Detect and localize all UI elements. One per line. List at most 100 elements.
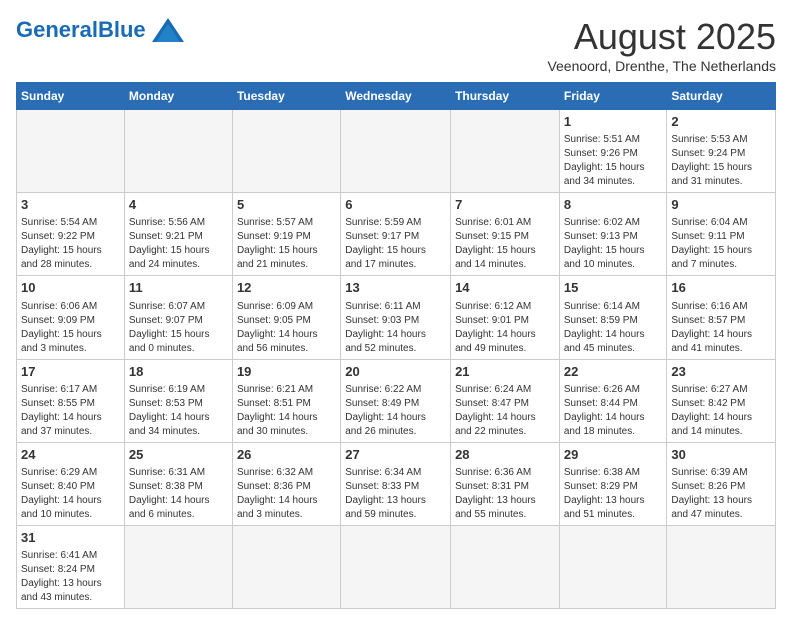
day-info: Sunrise: 5:53 AM Sunset: 9:24 PM Dayligh… bbox=[671, 133, 771, 189]
day-info: Sunrise: 6:22 AM Sunset: 8:49 PM Dayligh… bbox=[345, 383, 446, 439]
calendar-cell: 18 Sunrise: 6:19 AM Sunset: 8:53 PM Dayli… bbox=[124, 359, 232, 442]
calendar-cell: 25Sunrise: 6:31 AM Sunset: 8:38 PM Dayli… bbox=[124, 442, 232, 525]
calendar-header: GeneralBlue August 2025 Veenoord, Drenth… bbox=[16, 16, 776, 74]
day-info: Sunrise: 6:07 AM Sunset: 9:07 PM Dayligh… bbox=[129, 300, 228, 356]
day-info: Sunrise: 6:36 AM Sunset: 8:31 PM Dayligh… bbox=[455, 466, 555, 522]
day-number: 24 bbox=[21, 446, 120, 464]
day-info: Sunrise: 6:24 AM Sunset: 8:47 PM Dayligh… bbox=[455, 383, 555, 439]
day-number: 10 bbox=[21, 279, 120, 297]
calendar-cell: 12 Sunrise: 6:09 AM Sunset: 9:05 PM Dayli… bbox=[232, 276, 340, 359]
day-info: Sunrise: 6:06 AM Sunset: 9:09 PM Dayligh… bbox=[21, 300, 120, 356]
calendar-cell bbox=[451, 525, 560, 608]
calendar-week-row: 17 Sunrise: 6:17 AM Sunset: 8:55 PM Dayli… bbox=[17, 359, 776, 442]
logo: GeneralBlue bbox=[16, 16, 186, 44]
day-number: 1 bbox=[564, 113, 663, 131]
day-info: Sunrise: 6:29 AM Sunset: 8:40 PM Dayligh… bbox=[21, 466, 120, 522]
day-number: 19 bbox=[237, 363, 336, 381]
calendar-cell: 31 Sunrise: 6:41 AM Sunset: 8:24 PM Dayli… bbox=[17, 525, 125, 608]
day-info: Sunrise: 6:32 AM Sunset: 8:36 PM Dayligh… bbox=[237, 466, 336, 522]
day-info: Sunrise: 6:09 AM Sunset: 9:05 PM Dayligh… bbox=[237, 300, 336, 356]
calendar-table: SundayMondayTuesdayWednesdayThursdayFrid… bbox=[16, 82, 776, 609]
day-number: 30 bbox=[671, 446, 771, 464]
day-number: 20 bbox=[345, 363, 446, 381]
day-info: Sunrise: 6:17 AM Sunset: 8:55 PM Dayligh… bbox=[21, 383, 120, 439]
day-info: Sunrise: 6:19 AM Sunset: 8:53 PM Dayligh… bbox=[129, 383, 228, 439]
day-number: 25 bbox=[129, 446, 228, 464]
day-info: Sunrise: 5:57 AM Sunset: 9:19 PM Dayligh… bbox=[237, 216, 336, 272]
calendar-cell: 1 Sunrise: 5:51 AM Sunset: 9:26 PM Daylig… bbox=[559, 110, 667, 193]
day-number: 12 bbox=[237, 279, 336, 297]
calendar-week-row: 24 Sunrise: 6:29 AM Sunset: 8:40 PM Dayli… bbox=[17, 442, 776, 525]
weekday-header-thursday: Thursday bbox=[451, 83, 560, 110]
calendar-cell: 17 Sunrise: 6:17 AM Sunset: 8:55 PM Dayli… bbox=[17, 359, 125, 442]
day-number: 27 bbox=[345, 446, 446, 464]
calendar-cell: 19 Sunrise: 6:21 AM Sunset: 8:51 PM Dayli… bbox=[232, 359, 340, 442]
calendar-cell: 24 Sunrise: 6:29 AM Sunset: 8:40 PM Dayli… bbox=[17, 442, 125, 525]
calendar-cell: 2 Sunrise: 5:53 AM Sunset: 9:24 PM Daylig… bbox=[667, 110, 776, 193]
day-number: 16 bbox=[671, 279, 771, 297]
day-number: 5 bbox=[237, 196, 336, 214]
calendar-cell: 9 Sunrise: 6:04 AM Sunset: 9:11 PM Daylig… bbox=[667, 193, 776, 276]
day-number: 15 bbox=[564, 279, 663, 297]
day-number: 8 bbox=[564, 196, 663, 214]
day-info: Sunrise: 6:02 AM Sunset: 9:13 PM Dayligh… bbox=[564, 216, 663, 272]
calendar-week-row: 3 Sunrise: 5:54 AM Sunset: 9:22 PM Daylig… bbox=[17, 193, 776, 276]
calendar-cell: 7Sunrise: 6:01 AM Sunset: 9:15 PM Daylig… bbox=[451, 193, 560, 276]
calendar-cell bbox=[17, 110, 125, 193]
calendar-cell bbox=[559, 525, 667, 608]
calendar-cell bbox=[124, 110, 232, 193]
calendar-cell: 4Sunrise: 5:56 AM Sunset: 9:21 PM Daylig… bbox=[124, 193, 232, 276]
day-info: Sunrise: 5:51 AM Sunset: 9:26 PM Dayligh… bbox=[564, 133, 663, 189]
day-info: Sunrise: 6:41 AM Sunset: 8:24 PM Dayligh… bbox=[21, 549, 120, 605]
calendar-cell: 30 Sunrise: 6:39 AM Sunset: 8:26 PM Dayli… bbox=[667, 442, 776, 525]
day-info: Sunrise: 5:54 AM Sunset: 9:22 PM Dayligh… bbox=[21, 216, 120, 272]
day-info: Sunrise: 6:34 AM Sunset: 8:33 PM Dayligh… bbox=[345, 466, 446, 522]
day-number: 22 bbox=[564, 363, 663, 381]
calendar-cell bbox=[232, 525, 340, 608]
weekday-header-friday: Friday bbox=[559, 83, 667, 110]
day-info: Sunrise: 6:27 AM Sunset: 8:42 PM Dayligh… bbox=[671, 383, 771, 439]
calendar-week-row: 31 Sunrise: 6:41 AM Sunset: 8:24 PM Dayli… bbox=[17, 525, 776, 608]
day-number: 18 bbox=[129, 363, 228, 381]
day-number: 21 bbox=[455, 363, 555, 381]
calendar-cell: 22 Sunrise: 6:26 AM Sunset: 8:44 PM Dayli… bbox=[559, 359, 667, 442]
calendar-cell bbox=[667, 525, 776, 608]
calendar-week-row: 10 Sunrise: 6:06 AM Sunset: 9:09 PM Dayli… bbox=[17, 276, 776, 359]
day-info: Sunrise: 6:12 AM Sunset: 9:01 PM Dayligh… bbox=[455, 300, 555, 356]
day-number: 31 bbox=[21, 529, 120, 547]
calendar-cell: 10 Sunrise: 6:06 AM Sunset: 9:09 PM Dayli… bbox=[17, 276, 125, 359]
logo-text: GeneralBlue bbox=[16, 19, 146, 41]
weekday-header-tuesday: Tuesday bbox=[232, 83, 340, 110]
day-number: 23 bbox=[671, 363, 771, 381]
calendar-cell: 8 Sunrise: 6:02 AM Sunset: 9:13 PM Daylig… bbox=[559, 193, 667, 276]
calendar-cell: 28Sunrise: 6:36 AM Sunset: 8:31 PM Dayli… bbox=[451, 442, 560, 525]
day-number: 3 bbox=[21, 196, 120, 214]
calendar-cell: 13 Sunrise: 6:11 AM Sunset: 9:03 PM Dayli… bbox=[341, 276, 451, 359]
calendar-cell: 15 Sunrise: 6:14 AM Sunset: 8:59 PM Dayli… bbox=[559, 276, 667, 359]
day-number: 26 bbox=[237, 446, 336, 464]
day-info: Sunrise: 6:14 AM Sunset: 8:59 PM Dayligh… bbox=[564, 300, 663, 356]
day-number: 13 bbox=[345, 279, 446, 297]
calendar-week-row: 1 Sunrise: 5:51 AM Sunset: 9:26 PM Daylig… bbox=[17, 110, 776, 193]
day-number: 9 bbox=[671, 196, 771, 214]
calendar-cell: 3 Sunrise: 5:54 AM Sunset: 9:22 PM Daylig… bbox=[17, 193, 125, 276]
calendar-cell: 6 Sunrise: 5:59 AM Sunset: 9:17 PM Daylig… bbox=[341, 193, 451, 276]
day-info: Sunrise: 5:59 AM Sunset: 9:17 PM Dayligh… bbox=[345, 216, 446, 272]
weekday-header-wednesday: Wednesday bbox=[341, 83, 451, 110]
day-info: Sunrise: 6:01 AM Sunset: 9:15 PM Dayligh… bbox=[455, 216, 555, 272]
day-number: 29 bbox=[564, 446, 663, 464]
day-number: 17 bbox=[21, 363, 120, 381]
day-number: 6 bbox=[345, 196, 446, 214]
day-info: Sunrise: 6:39 AM Sunset: 8:26 PM Dayligh… bbox=[671, 466, 771, 522]
calendar-cell: 23 Sunrise: 6:27 AM Sunset: 8:42 PM Dayli… bbox=[667, 359, 776, 442]
calendar-cell: 16Sunrise: 6:16 AM Sunset: 8:57 PM Dayli… bbox=[667, 276, 776, 359]
day-number: 2 bbox=[671, 113, 771, 131]
day-info: Sunrise: 6:26 AM Sunset: 8:44 PM Dayligh… bbox=[564, 383, 663, 439]
day-info: Sunrise: 6:21 AM Sunset: 8:51 PM Dayligh… bbox=[237, 383, 336, 439]
day-info: Sunrise: 6:11 AM Sunset: 9:03 PM Dayligh… bbox=[345, 300, 446, 356]
weekday-header-monday: Monday bbox=[124, 83, 232, 110]
calendar-cell bbox=[124, 525, 232, 608]
calendar-cell bbox=[232, 110, 340, 193]
day-info: Sunrise: 6:04 AM Sunset: 9:11 PM Dayligh… bbox=[671, 216, 771, 272]
calendar-cell bbox=[341, 110, 451, 193]
